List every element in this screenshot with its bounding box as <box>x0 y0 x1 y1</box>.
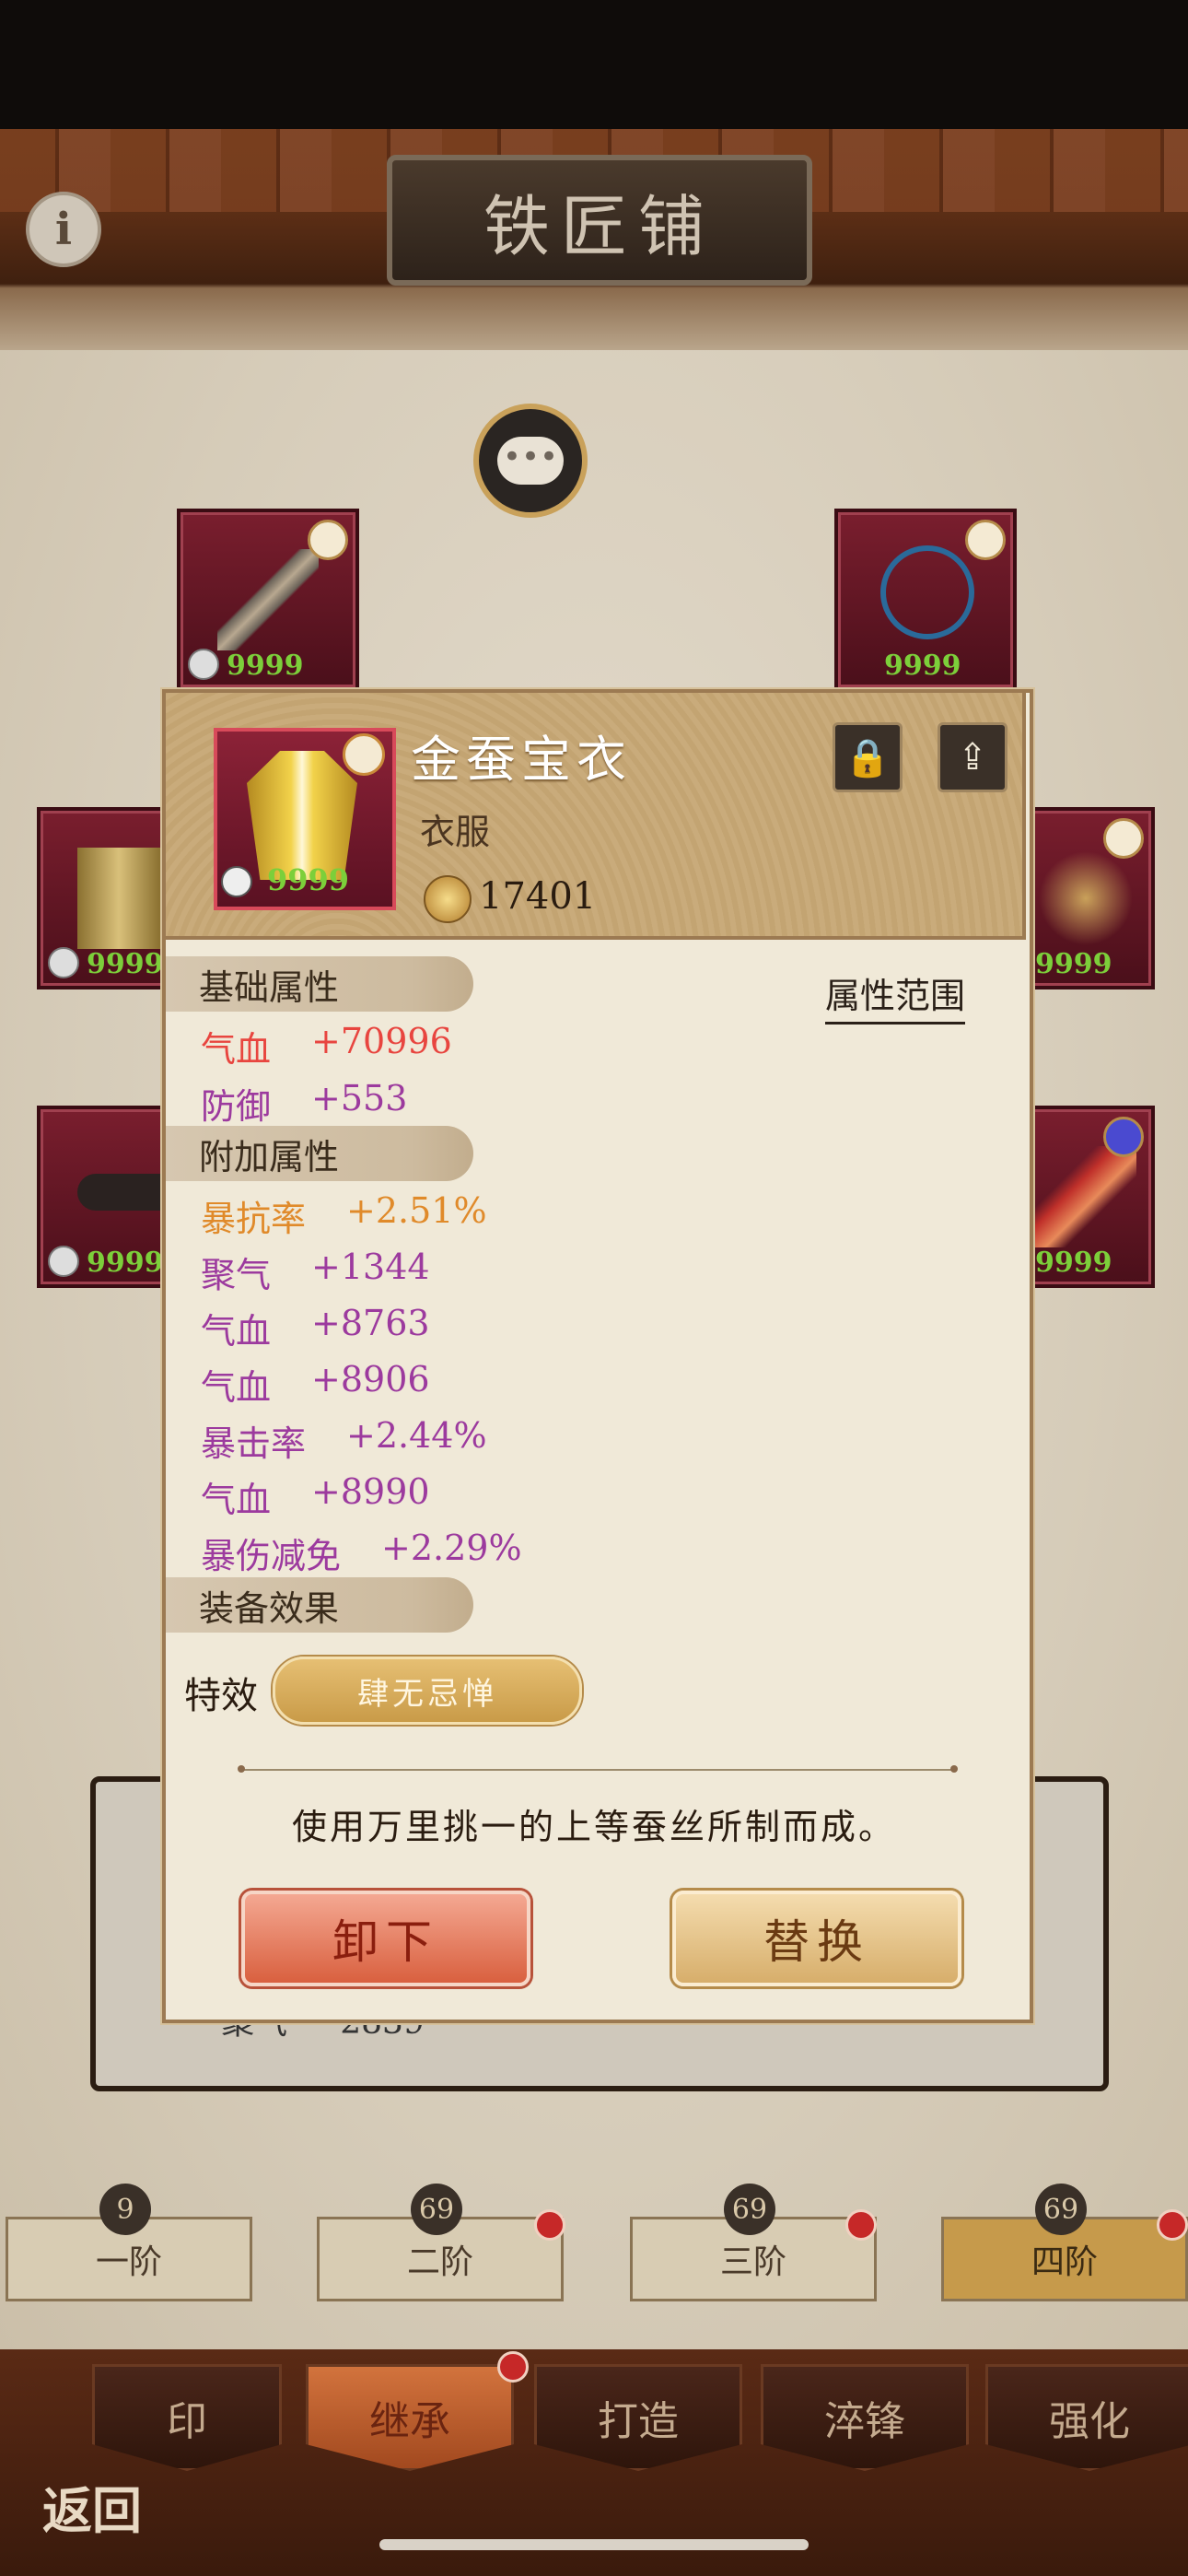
section-base-attrs: 基础属性 <box>166 956 473 1012</box>
tier-label: 三阶 <box>719 2243 786 2281</box>
attr-row: 暴击率 +2.44% <box>201 1415 487 1464</box>
share-button[interactable]: ⇪ <box>938 722 1007 792</box>
page-title: 铁匠铺 <box>387 155 812 286</box>
slot-level: 9999 <box>227 650 304 682</box>
item-type: 衣服 <box>420 812 491 852</box>
quality-badge <box>343 733 385 776</box>
slot-level: 9999 <box>1035 948 1112 980</box>
equip-slot-ornament[interactable]: 9999 <box>1022 807 1155 989</box>
lock-icon <box>221 866 252 897</box>
home-indicator <box>379 2539 809 2550</box>
power-icon <box>424 875 472 923</box>
bracer-icon <box>1035 1146 1136 1247</box>
notification-dot <box>845 2209 877 2241</box>
share-icon: ⇪ <box>957 736 988 779</box>
chat-button[interactable]: ••• <box>473 404 588 518</box>
slot-level: 9999 <box>87 1247 164 1279</box>
notification-dot <box>1157 2209 1188 2241</box>
attr-row: 防御 +553 <box>201 1078 408 1127</box>
tier-icon: 9 <box>99 2184 151 2235</box>
tier-label: 二阶 <box>406 2243 473 2281</box>
sword-icon <box>217 549 319 650</box>
equip-slot-belt[interactable]: 9999 <box>37 1106 182 1288</box>
equip-slot-bracer[interactable]: 9999 <box>1022 1106 1155 1288</box>
unequip-button[interactable]: 卸下 <box>241 1891 530 1986</box>
lock-icon: 🔒 <box>844 736 891 779</box>
info-icon[interactable]: i <box>26 192 101 267</box>
back-label: 返回 <box>42 2481 142 2540</box>
attr-row: 暴伤减免 +2.29% <box>201 1528 522 1576</box>
item-name: 金蚕宝衣 <box>411 731 632 789</box>
replace-button[interactable]: 替换 <box>672 1891 961 1986</box>
attr-row: 气血 +70996 <box>201 1021 452 1070</box>
attr-row: 气血 +8906 <box>201 1359 430 1408</box>
special-label: 特效 <box>184 1675 258 1717</box>
back-button[interactable]: 返回 <box>28 2432 157 2543</box>
item-level: 9999 <box>267 862 350 897</box>
ornament-icon <box>1035 848 1136 949</box>
lock-toggle-button[interactable]: 🔒 <box>833 722 903 792</box>
divider-dot <box>238 1765 245 1773</box>
lock-icon <box>188 649 219 680</box>
necklace-icon <box>880 545 974 639</box>
tier-icon: 69 <box>411 2184 462 2235</box>
slot-level: 9999 <box>87 948 164 980</box>
robe-icon <box>77 848 160 949</box>
item-description: 使用万里挑一的上等蚕丝所制而成。 <box>291 1807 896 1847</box>
quality-badge <box>308 520 348 560</box>
attr-row: 气血 +8990 <box>201 1471 430 1520</box>
status-bar <box>0 0 1188 129</box>
quality-badge <box>1103 818 1144 859</box>
equip-slot-clothes[interactable]: 9999 <box>37 807 182 989</box>
notification-dot <box>497 2351 529 2383</box>
tier-icon: 69 <box>1035 2184 1087 2235</box>
special-effect-pill[interactable]: 肆无忌惮 <box>273 1657 582 1725</box>
attr-row: 气血 +8763 <box>201 1303 430 1352</box>
attr-row: 聚气 +1344 <box>201 1247 430 1295</box>
golden-robe-icon <box>247 751 357 880</box>
quality-badge <box>965 520 1006 560</box>
lock-icon <box>48 1246 79 1277</box>
slot-level: 9999 <box>884 650 961 682</box>
section-effects: 装备效果 <box>166 1577 473 1633</box>
divider-dot <box>950 1765 958 1773</box>
notification-dot <box>534 2209 565 2241</box>
attr-range-link[interactable]: 属性范围 <box>825 967 966 1025</box>
equip-slot-weapon[interactable]: 9999 <box>177 509 359 691</box>
attr-row: 暴抗率 +2.51% <box>201 1190 487 1239</box>
section-extra-attrs: 附加属性 <box>166 1126 473 1181</box>
lock-icon <box>48 947 79 978</box>
slot-level: 9999 <box>1035 1247 1112 1279</box>
equip-slot-necklace[interactable]: 9999 <box>834 509 1017 691</box>
quality-badge <box>1103 1117 1144 1157</box>
chat-icon: ••• <box>497 437 564 485</box>
divider <box>241 1769 956 1771</box>
tier-icon: 69 <box>724 2184 775 2235</box>
tier-label: 一阶 <box>95 2243 162 2281</box>
item-power: 17401 <box>479 875 597 918</box>
tier-label: 四阶 <box>1031 2243 1098 2281</box>
